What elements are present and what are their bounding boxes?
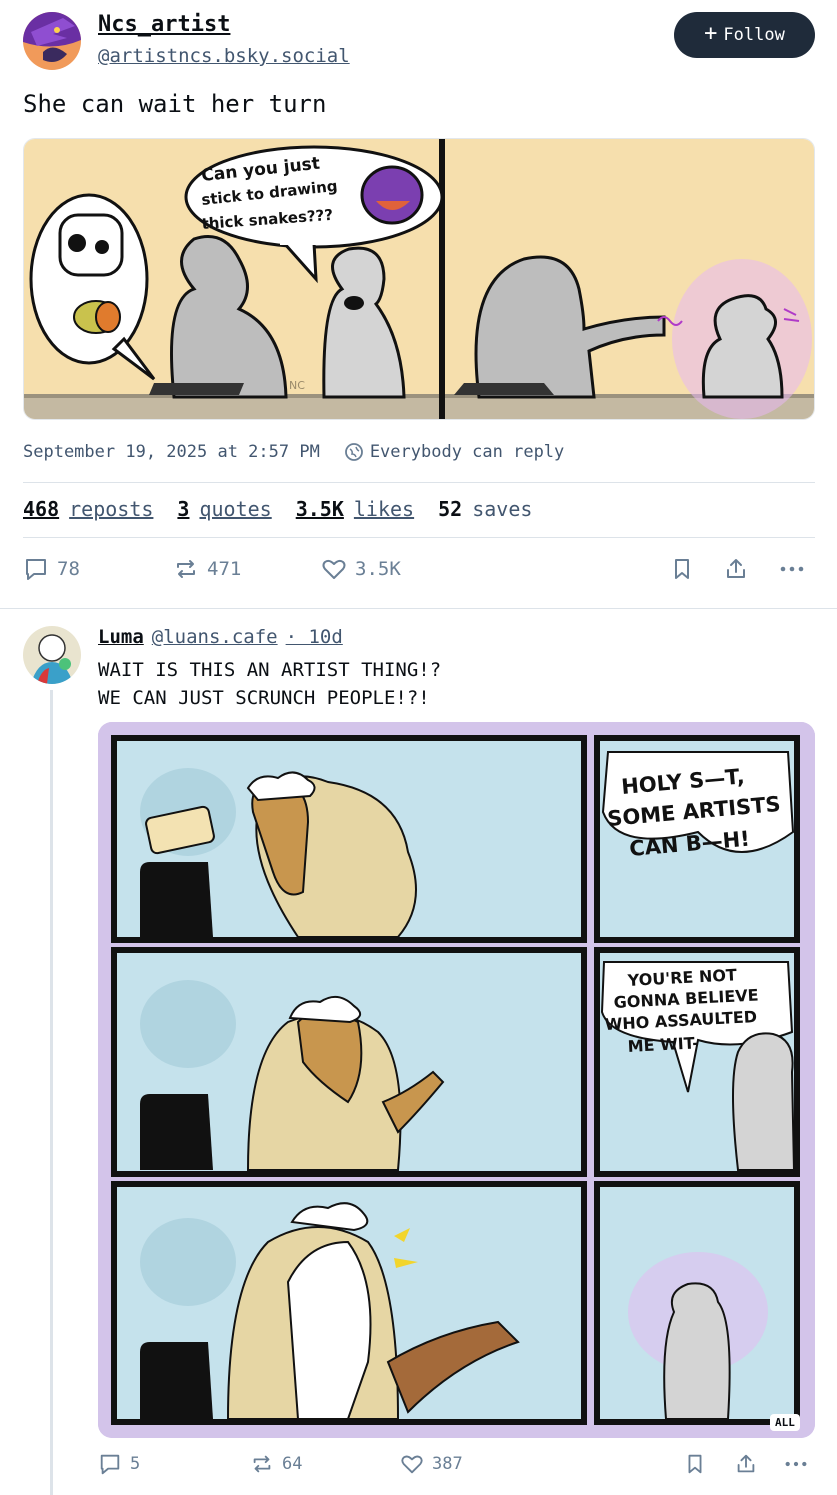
reply-text-line: WE CAN JUST SCRUNCH PEOPLE!?! bbox=[98, 687, 430, 709]
repost-count: 471 bbox=[207, 558, 242, 580]
comic-signature: NC bbox=[289, 379, 305, 392]
reply-more-options-button[interactable] bbox=[782, 1452, 810, 1476]
reply-text: WAIT IS THIS AN ARTIST THING!? WE CAN JU… bbox=[98, 656, 441, 712]
post-timestamp[interactable]: September 19, 2025 at 2:57 PM bbox=[23, 442, 320, 462]
post-meta: September 19, 2025 at 2:57 PM Everybody … bbox=[23, 442, 564, 462]
share-button[interactable] bbox=[723, 556, 749, 582]
post-stats: 468 reposts 3 quotes 3.5K likes 52 saves bbox=[23, 497, 532, 521]
reply-like-button[interactable]: 387 bbox=[400, 1452, 463, 1476]
bookmark-icon bbox=[688, 1454, 702, 1474]
ellipsis-icon bbox=[785, 1461, 807, 1467]
more-options-button[interactable] bbox=[777, 556, 807, 582]
reply-actions: 5 64 387 bbox=[98, 1452, 815, 1480]
heart-icon bbox=[401, 1455, 423, 1474]
comment-icon bbox=[100, 1454, 120, 1475]
reply-avatar[interactable] bbox=[23, 626, 81, 684]
author-handle[interactable]: @artistncs.bsky.social bbox=[98, 45, 350, 67]
reply-reply-count: 5 bbox=[130, 1454, 141, 1474]
reply-share-button[interactable] bbox=[734, 1452, 758, 1476]
comment-icon bbox=[26, 559, 46, 580]
reply-button[interactable]: 78 bbox=[23, 556, 80, 582]
author-avatar[interactable] bbox=[23, 12, 81, 70]
ellipsis-icon bbox=[780, 566, 804, 572]
all-badge[interactable]: ALL bbox=[770, 1414, 800, 1431]
reply-header: Luma @luans.cafe · 10d bbox=[98, 626, 343, 648]
reply-reply-button[interactable]: 5 bbox=[98, 1452, 140, 1476]
share-icon bbox=[727, 559, 745, 578]
post-image[interactable]: Can you just stick to drawing thick snak… bbox=[23, 138, 815, 420]
stat-saves: 52 saves bbox=[438, 497, 533, 521]
divider bbox=[23, 537, 815, 538]
like-count: 3.5K bbox=[355, 558, 401, 580]
reply-setting[interactable]: Everybody can reply bbox=[344, 442, 564, 462]
like-button[interactable]: 3.5K bbox=[321, 556, 401, 582]
thread-line bbox=[50, 690, 53, 1495]
bubble2-line4: ME WIT- bbox=[627, 1033, 699, 1056]
post-actions: 78 471 3.5K bbox=[23, 556, 815, 588]
share-icon bbox=[737, 1454, 755, 1473]
heart-icon bbox=[322, 559, 346, 579]
stat-reposts[interactable]: 468 reposts bbox=[23, 497, 153, 521]
stat-quotes[interactable]: 3 quotes bbox=[177, 497, 271, 521]
reply-author-handle[interactable]: @luans.cafe bbox=[152, 626, 278, 648]
follow-label: Follow bbox=[723, 25, 785, 45]
thread-separator bbox=[0, 608, 837, 609]
reply-count: 78 bbox=[57, 558, 80, 580]
stat-likes[interactable]: 3.5K likes bbox=[296, 497, 414, 521]
bookmark-button[interactable] bbox=[669, 556, 695, 582]
repost-icon bbox=[253, 1455, 271, 1473]
repost-icon bbox=[177, 560, 195, 578]
plus-icon: + bbox=[704, 21, 718, 46]
reply-author-name[interactable]: Luma bbox=[98, 626, 144, 648]
reply-text-line: WAIT IS THIS AN ARTIST THING!? bbox=[98, 659, 442, 681]
reply-repost-count: 64 bbox=[282, 1454, 303, 1474]
reply-bookmark-button[interactable] bbox=[683, 1452, 707, 1476]
follow-button[interactable]: + Follow bbox=[674, 12, 815, 58]
author-name[interactable]: Ncs_artist bbox=[98, 12, 230, 37]
post-text: She can wait her turn bbox=[23, 90, 327, 118]
reply-setting-label: Everybody can reply bbox=[369, 442, 565, 462]
repost-button[interactable]: 471 bbox=[173, 556, 241, 582]
reply-time[interactable]: · 10d bbox=[286, 626, 343, 648]
globe-icon bbox=[344, 443, 363, 461]
reply-like-count: 387 bbox=[432, 1454, 463, 1474]
reply-repost-button[interactable]: 64 bbox=[250, 1452, 302, 1476]
bookmark-icon bbox=[675, 559, 689, 579]
divider bbox=[23, 482, 815, 483]
reply-image[interactable]: HOLY S—T, SOME ARTISTS CAN B—H! YOU'RE N… bbox=[98, 722, 815, 1438]
